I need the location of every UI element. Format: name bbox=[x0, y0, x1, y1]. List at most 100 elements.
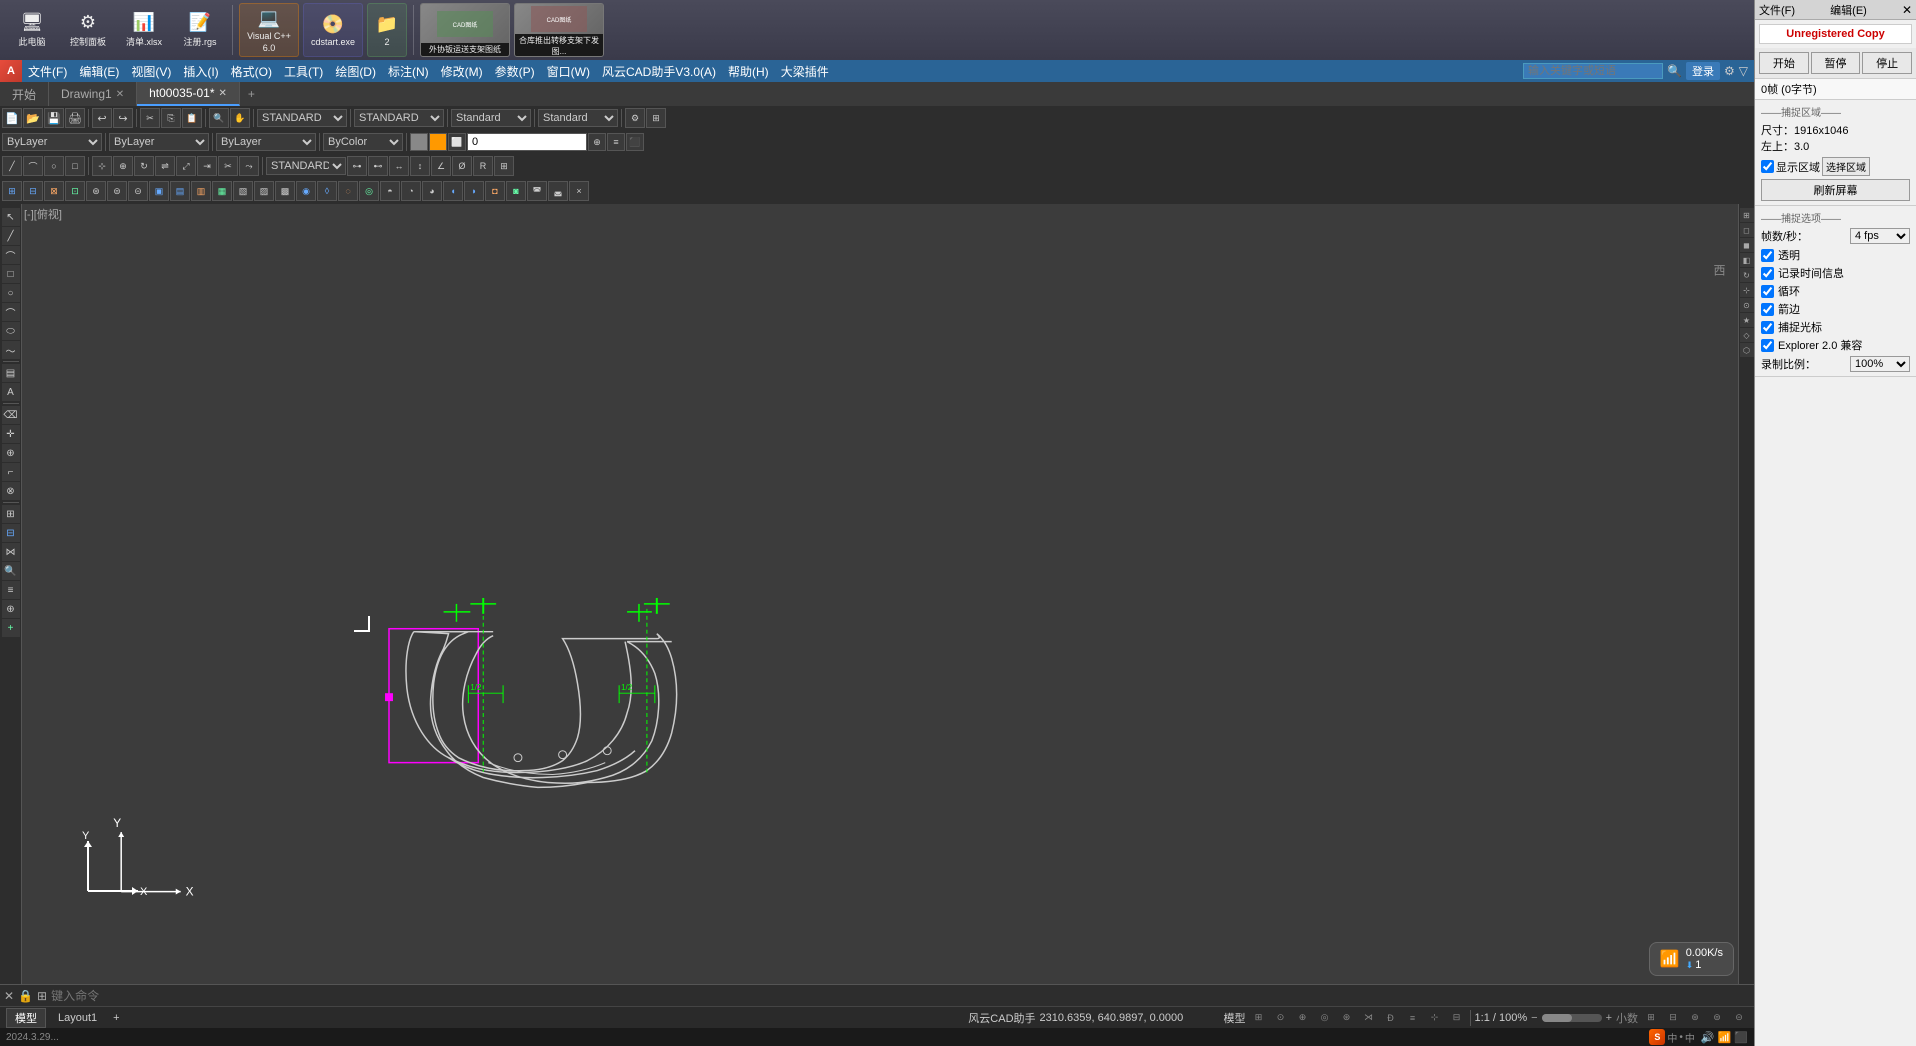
rmt-nav[interactable]: ⊹ bbox=[1740, 283, 1754, 297]
lt-offset[interactable]: ⊕ bbox=[2, 444, 20, 462]
lt-block[interactable]: ⋈ bbox=[2, 543, 20, 561]
tb-p1[interactable]: ⊞ bbox=[2, 181, 22, 201]
rp-close-btn[interactable]: ✕ bbox=[1902, 3, 1912, 17]
tb-mi-2[interactable]: ≡ bbox=[607, 133, 625, 151]
tab-plus[interactable]: + bbox=[240, 82, 263, 106]
tb-p5[interactable]: ⊛ bbox=[86, 181, 106, 201]
tb-move[interactable]: ⊹ bbox=[92, 156, 112, 176]
tb-p7[interactable]: ⊝ bbox=[128, 181, 148, 201]
scale-select[interactable]: 100%75%50% bbox=[1850, 356, 1910, 372]
tb-p23[interactable]: ◗ bbox=[464, 181, 484, 201]
taskbar-app-cdstart[interactable]: 📀 cdstart.exe bbox=[303, 3, 363, 57]
tb-rotate[interactable]: ↻ bbox=[134, 156, 154, 176]
lt-fillet[interactable]: ⌐ bbox=[2, 463, 20, 481]
tb-d2[interactable]: ⊷ bbox=[368, 156, 388, 176]
tb-print[interactable]: 🖨 bbox=[65, 108, 85, 128]
network-indicator[interactable]: 📶 0.00K/s ⬇ 1 bbox=[1649, 942, 1734, 976]
sb-grid[interactable]: ⊞ bbox=[1250, 1009, 1268, 1027]
lt-hatch[interactable]: ▤ bbox=[2, 364, 20, 382]
tb-p9[interactable]: ▤ bbox=[170, 181, 190, 201]
tb-p17[interactable]: ◌ bbox=[338, 181, 358, 201]
rmt-light[interactable]: ★ bbox=[1740, 313, 1754, 327]
sb-more2[interactable]: ⊟ bbox=[1664, 1009, 1682, 1027]
tb-pan[interactable]: ✋ bbox=[230, 108, 250, 128]
sb-dyn[interactable]: Ð bbox=[1382, 1009, 1400, 1027]
tb-ci-1[interactable] bbox=[410, 133, 428, 151]
cmd-lock-icon[interactable]: 🔒 bbox=[18, 989, 33, 1003]
lt-rect2[interactable]: □ bbox=[2, 265, 20, 283]
tab-drawing1-close[interactable]: ✕ bbox=[116, 89, 124, 100]
taskbar-app-rgs[interactable]: 📝 注册.rgs bbox=[174, 3, 226, 57]
menu-format[interactable]: 格式(O) bbox=[225, 61, 278, 82]
sys-icon2[interactable]: 📶 bbox=[1718, 1031, 1732, 1044]
sb-ortho[interactable]: ⊕ bbox=[1294, 1009, 1312, 1027]
rp-edit-menu[interactable]: 编辑(E) bbox=[1830, 2, 1867, 18]
search-icon[interactable]: 🔍 bbox=[1667, 64, 1682, 78]
menu-view[interactable]: 视图(V) bbox=[125, 61, 177, 82]
lt-move2[interactable]: ✛ bbox=[2, 425, 20, 443]
tb-paste[interactable]: 📋 bbox=[182, 108, 202, 128]
tb-copy2[interactable]: ⊕ bbox=[113, 156, 133, 176]
cursor-checkbox[interactable] bbox=[1761, 321, 1774, 334]
tb-p2[interactable]: ⊟ bbox=[23, 181, 43, 201]
menu-cad-assistant[interactable]: 风云CAD助手V3.0(A) bbox=[596, 61, 722, 82]
rp-file-menu[interactable]: 文件(F) bbox=[1759, 2, 1795, 18]
dim-style-select3[interactable]: Standard bbox=[451, 109, 531, 127]
linetype-select[interactable]: ByLayer bbox=[109, 133, 209, 151]
sb-osnap[interactable]: ⊛ bbox=[1338, 1009, 1356, 1027]
lt-line2[interactable]: ╱ bbox=[2, 227, 20, 245]
lt-explode[interactable]: ⊗ bbox=[2, 482, 20, 500]
menu-params[interactable]: 参数(P) bbox=[489, 61, 541, 82]
tb-mi-1[interactable]: ⊕ bbox=[588, 133, 606, 151]
lt-poly[interactable]: ⌒ bbox=[2, 246, 20, 264]
layout1-tab[interactable]: Layout1 bbox=[50, 1011, 105, 1025]
edge-checkbox[interactable] bbox=[1761, 303, 1774, 316]
rmt-camera[interactable]: ⊙ bbox=[1740, 298, 1754, 312]
tb-p20[interactable]: ◔ bbox=[401, 181, 421, 201]
tb-copy[interactable]: ⎘ bbox=[161, 108, 181, 128]
rmt-orbit[interactable]: ↻ bbox=[1740, 268, 1754, 282]
rmt-view[interactable]: ◧ bbox=[1740, 253, 1754, 267]
sb-lw[interactable]: ≡ bbox=[1404, 1009, 1422, 1027]
tb-extend[interactable]: ⤳ bbox=[239, 156, 259, 176]
sb-more3[interactable]: ⊛ bbox=[1686, 1009, 1704, 1027]
layer-select[interactable]: ByLayer bbox=[2, 133, 102, 151]
tb-d3[interactable]: ↔ bbox=[389, 156, 409, 176]
tb-trim[interactable]: ✂ bbox=[218, 156, 238, 176]
tab-current-close[interactable]: ✕ bbox=[219, 88, 227, 99]
sys-icon1[interactable]: 🔊 bbox=[1701, 1031, 1715, 1044]
tb-zoom[interactable]: 🔍 bbox=[209, 108, 229, 128]
tb-mi-3[interactable]: ⬛ bbox=[626, 133, 644, 151]
lt-properties[interactable]: ⊞ bbox=[2, 505, 20, 523]
tb-p10[interactable]: ▥ bbox=[191, 181, 211, 201]
menu-draw[interactable]: 绘图(D) bbox=[329, 61, 382, 82]
tb-save[interactable]: 💾 bbox=[44, 108, 64, 128]
menu-icon1[interactable]: ⚙ bbox=[1724, 64, 1735, 78]
sb-more1[interactable]: ⊞ bbox=[1642, 1009, 1660, 1027]
rmt-zoom[interactable]: ⊞ bbox=[1740, 208, 1754, 222]
rmt-model[interactable]: ⬡ bbox=[1740, 343, 1754, 357]
lt-more[interactable]: + bbox=[2, 619, 20, 637]
tb-d4[interactable]: ↕ bbox=[410, 156, 430, 176]
tb-p13[interactable]: ▨ bbox=[254, 181, 274, 201]
color-select[interactable]: ByColor bbox=[323, 133, 403, 151]
tb-p25[interactable]: ◙ bbox=[506, 181, 526, 201]
menu-file[interactable]: 文件(F) bbox=[22, 61, 73, 82]
tb-cut[interactable]: ✂ bbox=[140, 108, 160, 128]
dim-type-select[interactable]: STANDARD bbox=[266, 157, 346, 175]
tb-p18[interactable]: ◎ bbox=[359, 181, 379, 201]
sb-more5[interactable]: ⊝ bbox=[1730, 1009, 1748, 1027]
sb-more4[interactable]: ⊜ bbox=[1708, 1009, 1726, 1027]
pause-record-btn[interactable]: 暂停 bbox=[1811, 52, 1861, 74]
ime-area[interactable]: S 中 • 中 bbox=[1649, 1029, 1695, 1045]
loop-checkbox[interactable] bbox=[1761, 285, 1774, 298]
start-record-btn[interactable]: 开始 bbox=[1759, 52, 1809, 74]
menu-edit[interactable]: 编辑(E) bbox=[73, 61, 125, 82]
dim-style-select2[interactable]: STANDARD bbox=[354, 109, 444, 127]
sb-qp[interactable]: ⊹ bbox=[1426, 1009, 1444, 1027]
tb-misc1[interactable]: ⚙ bbox=[625, 108, 645, 128]
transparent-checkbox[interactable] bbox=[1761, 249, 1774, 262]
menu-plugin[interactable]: 大梁插件 bbox=[775, 61, 835, 82]
lt-group[interactable]: ⊟ bbox=[2, 524, 20, 542]
tb-p12[interactable]: ▧ bbox=[233, 181, 253, 201]
